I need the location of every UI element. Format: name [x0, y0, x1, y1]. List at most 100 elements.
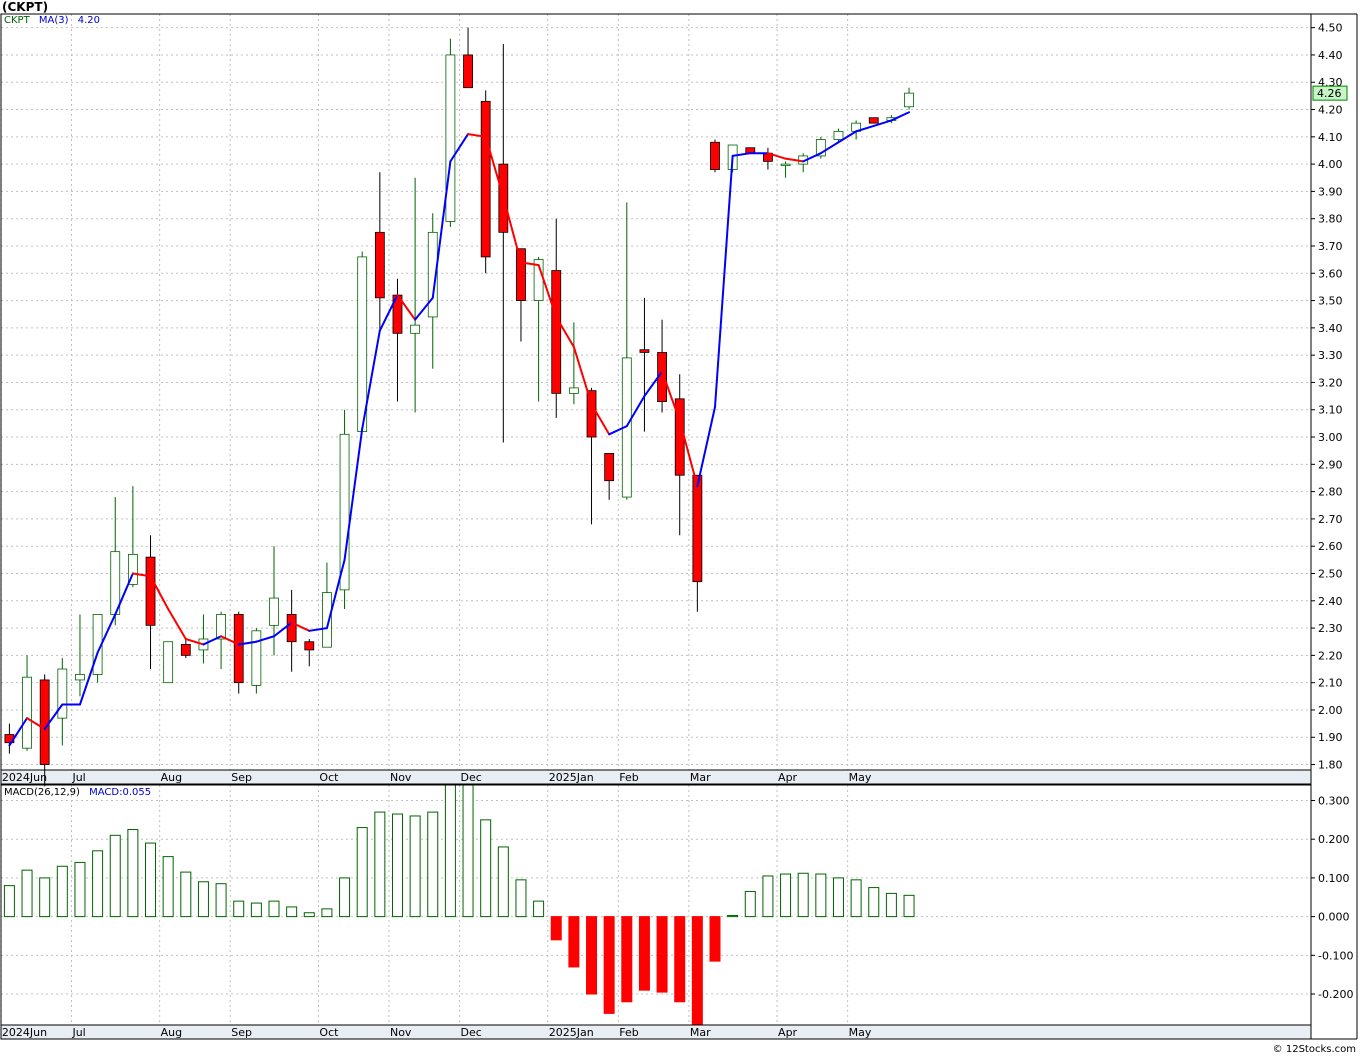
candle-up: [322, 592, 332, 648]
price-ytick-label: 2.90: [1318, 458, 1343, 471]
legend-symbol: CKPT: [4, 15, 30, 26]
candle-down: [639, 349, 650, 353]
price-ytick-label: 3.50: [1318, 295, 1343, 308]
candle-up: [780, 163, 791, 167]
macd-bar-positive: [797, 872, 809, 918]
macd-bar-positive: [268, 900, 280, 918]
macd-bar-positive: [832, 877, 844, 918]
macd-bar-positive: [197, 881, 209, 918]
macd-bar-positive: [39, 877, 51, 918]
candle-down: [604, 453, 615, 482]
macd-month-label: Nov: [390, 1026, 412, 1039]
macd-legend: MACD(26,12,9) MACD:0.055: [4, 787, 151, 798]
price-ytick-label: 1.80: [1318, 759, 1343, 772]
macd-bar-positive: [533, 900, 545, 918]
macd-month-label: 2024Jun: [2, 1026, 47, 1039]
candle-down: [516, 248, 526, 301]
macd-bar-positive: [3, 885, 15, 918]
chart-canvas: 1.80 1.90 2.00 2.10 2.20 2.30 2.40 2.50 2.60 2.70…: [0, 0, 1360, 1056]
legend-ma-value: 4.20: [77, 15, 100, 26]
macd-bar-positive: [885, 892, 897, 918]
macd-bar-positive: [92, 850, 104, 918]
macd-month-label: Jul: [71, 1026, 85, 1039]
price-ytick-label: 2.20: [1318, 649, 1343, 662]
candle-up: [163, 641, 174, 684]
price-month-label: Nov: [390, 771, 412, 784]
price-date-axis-band: [1, 770, 1311, 784]
price-ytick-label: 4.20: [1318, 104, 1343, 117]
price-ytick-label: 3.30: [1318, 349, 1343, 362]
price-ytick-label: 2.60: [1318, 540, 1343, 553]
macd-bar-positive: [850, 879, 862, 918]
candle-down: [233, 614, 244, 684]
macd-bar-positive: [868, 887, 880, 918]
macd-bar-positive: [497, 846, 509, 918]
price-month-label: Apr: [778, 771, 798, 784]
macd-bar-positive: [233, 900, 245, 918]
macd-ytick-label: -0.100: [1318, 949, 1353, 962]
macd-bar-positive: [56, 865, 68, 918]
macd-month-label: Sep: [231, 1026, 252, 1039]
price-month-label: 2024Jun: [2, 771, 47, 784]
macd-bar-positive: [145, 842, 157, 918]
macd-bar-negative: [638, 916, 650, 991]
candle-up: [251, 630, 262, 686]
candle-down: [180, 644, 191, 656]
candle-up: [75, 674, 85, 681]
candle-down: [463, 54, 473, 89]
price-month-label: Oct: [319, 771, 339, 784]
price-ytick-label: 1.90: [1318, 731, 1343, 744]
price-month-label: Mar: [690, 771, 711, 784]
candle-up: [833, 130, 844, 140]
macd-bar-positive: [444, 784, 456, 918]
macd-month-label: Oct: [319, 1026, 339, 1039]
macd-bar-positive: [727, 914, 739, 918]
copyright-text: © 12Stocks.com: [1272, 1044, 1356, 1055]
macd-bar-positive: [780, 873, 792, 918]
macd-bar-positive: [339, 877, 351, 918]
price-ytick-label: 2.80: [1318, 486, 1343, 499]
macd-bar-positive: [321, 908, 333, 918]
macd-bar-negative: [550, 916, 562, 941]
macd-bar-positive: [815, 873, 827, 918]
macd-bar-negative: [586, 916, 598, 995]
macd-month-label: Dec: [461, 1026, 482, 1039]
price-ytick-label: 3.00: [1318, 431, 1343, 444]
macd-bar-positive: [180, 871, 192, 918]
price-ytick-label: 4.00: [1318, 158, 1343, 171]
macd-bar-negative: [691, 916, 703, 1026]
macd-bar-positive: [480, 819, 492, 918]
price-ytick-label: 2.40: [1318, 595, 1343, 608]
macd-bar-positive: [391, 813, 403, 918]
candle-up: [410, 324, 421, 334]
macd-ytick-label: -0.200: [1318, 988, 1353, 1001]
macd-ytick-label: 0.300: [1318, 794, 1350, 807]
price-month-label: Sep: [231, 771, 252, 784]
macd-bar-negative: [568, 916, 580, 968]
macd-bar-negative: [709, 916, 721, 962]
price-ytick-label: 4.40: [1318, 49, 1343, 62]
macd-bar-positive: [762, 875, 774, 918]
price-ytick-label: 3.60: [1318, 267, 1343, 280]
macd-month-label: Feb: [619, 1026, 638, 1039]
macd-bar-positive: [109, 834, 121, 918]
macd-month-label: May: [849, 1026, 872, 1039]
macd-bar-negative: [621, 916, 633, 1003]
price-month-label: May: [849, 771, 872, 784]
candle-down: [480, 100, 491, 258]
macd-ytick-label: 0.100: [1318, 872, 1350, 885]
price-legend: CKPT MA(3) 4.20: [4, 15, 100, 26]
last-price-label: 4.26: [1317, 87, 1342, 100]
macd-bar-positive: [127, 829, 139, 918]
candle-down: [586, 390, 597, 438]
price-ytick-label: 2.00: [1318, 704, 1343, 717]
macd-bar-positive: [162, 856, 174, 918]
macd-ytick-label: 0.000: [1318, 911, 1350, 924]
macd-bar-positive: [21, 869, 33, 918]
price-month-label: Dec: [461, 771, 482, 784]
candle-down: [286, 614, 297, 643]
candle-up: [57, 668, 68, 719]
price-ytick-label: 4.50: [1318, 22, 1343, 35]
candle-up: [339, 433, 350, 591]
macd-date-axis-band: [1, 1025, 1311, 1039]
